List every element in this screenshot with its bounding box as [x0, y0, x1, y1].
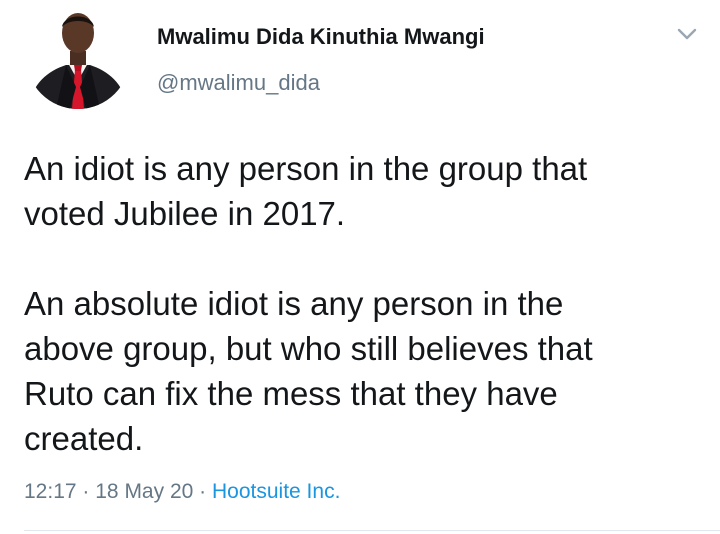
tweet-meta: 12:17 · 18 May 20 · Hootsuite Inc. [24, 480, 340, 504]
tweet-text-line: Ruto can fix the mess that they have [24, 375, 558, 412]
chevron-down-icon[interactable] [676, 26, 698, 42]
divider [24, 530, 720, 531]
tweet-date[interactable]: 18 May 20 [95, 480, 193, 503]
tweet-text-line: An idiot is any person in the group that [24, 150, 588, 187]
tweet-text: An idiot is any person in the group that… [24, 146, 704, 461]
tweet-text-line: above group, but who still believes that [24, 330, 593, 367]
tweet-card: Mwalimu Dida Kinuthia Mwangi @mwalimu_di… [0, 0, 720, 534]
author-display-name[interactable]: Mwalimu Dida Kinuthia Mwangi [157, 24, 485, 50]
author-handle[interactable]: @mwalimu_dida [157, 70, 320, 96]
avatar[interactable] [26, 5, 130, 109]
meta-separator: · [82, 480, 90, 503]
avatar-image [26, 5, 130, 109]
tweet-source-link[interactable]: Hootsuite Inc. [212, 480, 340, 503]
tweet-text-line: voted Jubilee in 2017. [24, 195, 346, 232]
tweet-text-line: An absolute idiot is any person in the [24, 285, 564, 322]
tweet-time[interactable]: 12:17 [24, 480, 77, 503]
meta-separator: · [199, 480, 207, 503]
tweet-text-line: created. [24, 420, 144, 457]
